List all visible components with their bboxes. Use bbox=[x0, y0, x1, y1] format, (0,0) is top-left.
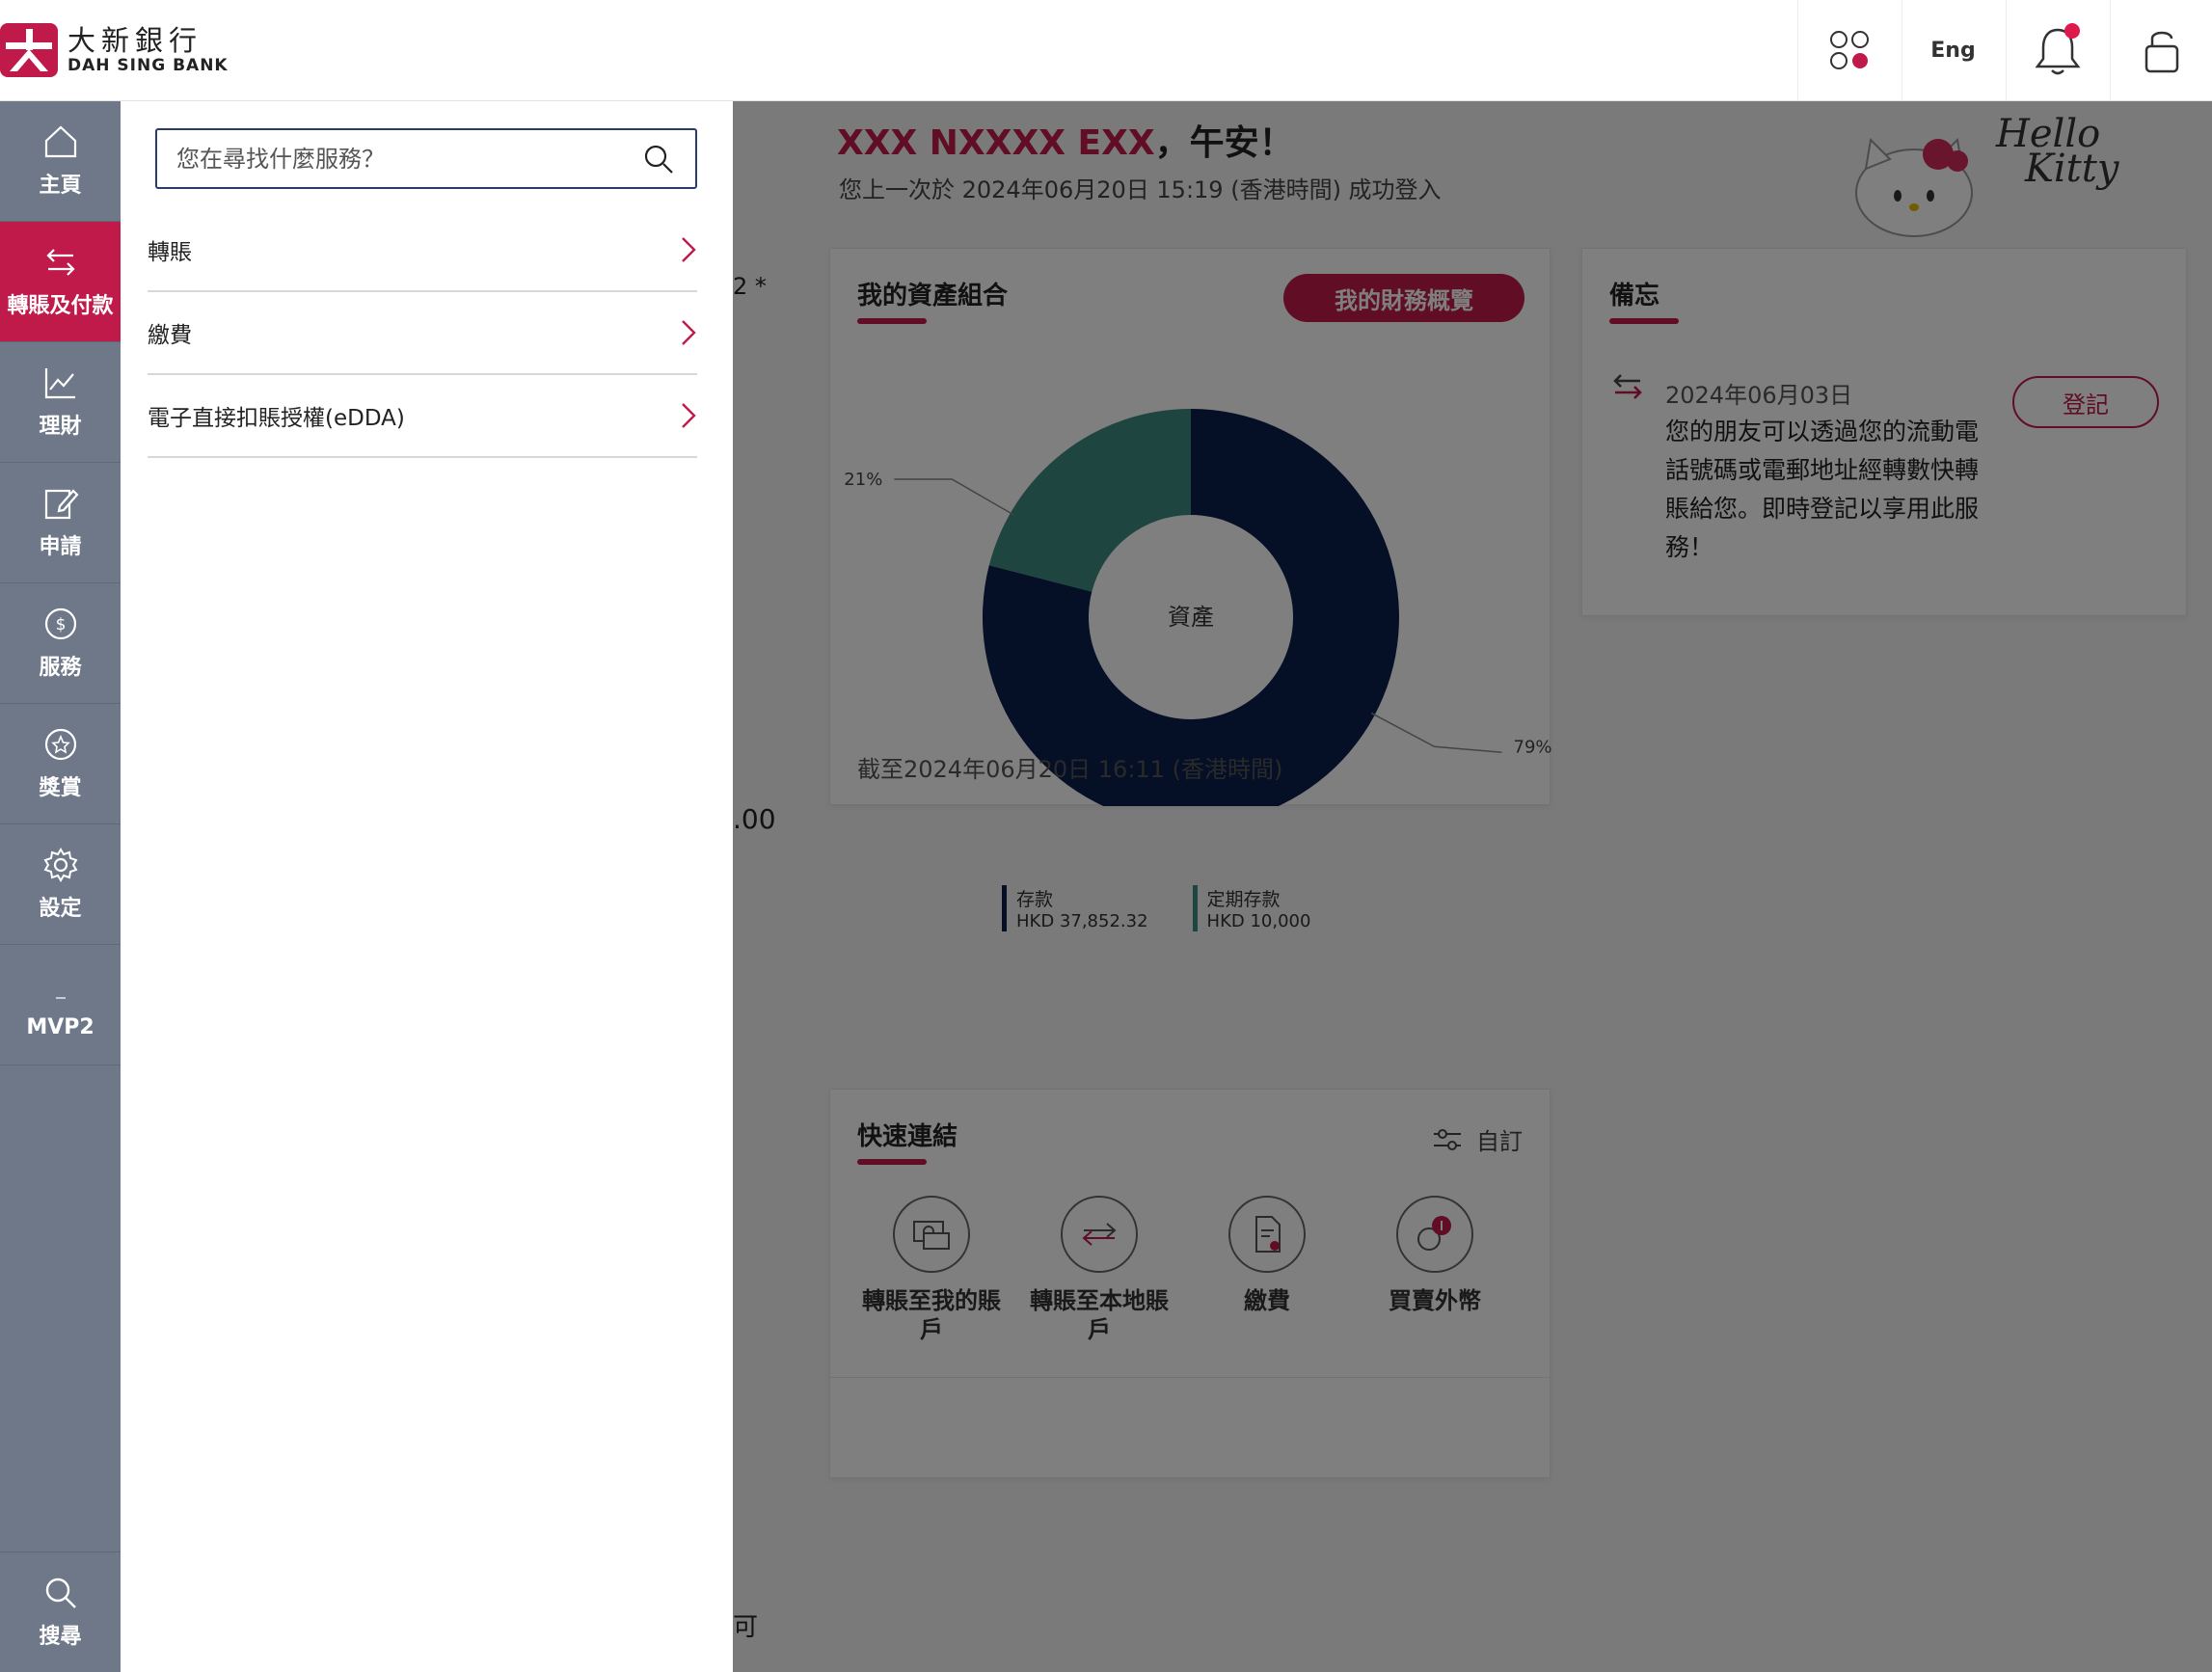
svg-text:$: $ bbox=[55, 615, 66, 634]
home-icon bbox=[44, 125, 76, 158]
sidebar-item-label: MVP2 bbox=[26, 1014, 94, 1039]
edit-icon bbox=[44, 489, 79, 520]
bank-name-cn: 大新銀行 bbox=[67, 23, 203, 57]
bank-logo[interactable]: 大新銀行 DAH SING BANK bbox=[0, 19, 229, 81]
sidebar-item-services[interactable]: $ 服務 bbox=[0, 583, 121, 704]
sidebar-item-label: 獎賞 bbox=[39, 776, 82, 800]
service-search-box bbox=[155, 128, 697, 189]
bank-logo-mark-icon bbox=[0, 23, 58, 77]
transfer-icon bbox=[45, 249, 75, 276]
search-icon[interactable] bbox=[643, 144, 674, 175]
sidebar: 主頁 轉賬及付款 理財 申請 $ 服務 獎賞 設定 MVP2 搜尋 bbox=[0, 101, 121, 1672]
sidebar-item-label: 設定 bbox=[39, 897, 82, 921]
sidebar-item-label: 主頁 bbox=[39, 174, 82, 198]
sidebar-item-wealth[interactable]: 理財 bbox=[0, 342, 121, 463]
sidebar-item-mvp2[interactable]: MVP2 bbox=[0, 945, 121, 1065]
menu-item-label: 轉賬 bbox=[148, 240, 192, 265]
service-search-input[interactable] bbox=[176, 138, 630, 179]
dash-icon bbox=[55, 996, 66, 999]
sidebar-item-label: 理財 bbox=[39, 415, 82, 439]
menu-item-transfer[interactable]: 轉賬 bbox=[148, 209, 697, 292]
menu-item-bill-payment[interactable]: 繳費 bbox=[148, 292, 697, 375]
dollar-icon: $ bbox=[44, 607, 76, 640]
chevron-right-icon bbox=[682, 237, 696, 262]
apps-icon bbox=[1829, 31, 1869, 69]
sidebar-item-home[interactable]: 主頁 bbox=[0, 101, 121, 222]
lock-icon bbox=[2145, 31, 2178, 73]
menu-item-label: 電子直接扣賬授權(eDDA) bbox=[148, 406, 405, 431]
sidebar-item-transfer-payment[interactable]: 轉賬及付款 bbox=[0, 222, 121, 342]
logout-button[interactable] bbox=[2110, 0, 2212, 100]
sidebar-item-settings[interactable]: 設定 bbox=[0, 824, 121, 945]
search-icon bbox=[45, 1578, 76, 1608]
transfer-payment-panel: 轉賬 繳費 電子直接扣賬授權(eDDA) bbox=[121, 101, 733, 1672]
page: 大新銀行 DAH SING BANK Eng 主頁 轉賬及付款 理財 申請 $ … bbox=[0, 0, 2212, 1672]
apps-button[interactable] bbox=[1797, 0, 1900, 100]
menu-item-edda[interactable]: 電子直接扣賬授權(eDDA) bbox=[148, 375, 697, 458]
chevron-right-icon bbox=[682, 403, 696, 428]
chart-icon bbox=[44, 368, 75, 399]
sidebar-item-label: 申請 bbox=[39, 535, 82, 559]
menu-item-label: 繳費 bbox=[148, 323, 192, 348]
sidebar-item-apply[interactable]: 申請 bbox=[0, 463, 121, 583]
sidebar-item-search[interactable]: 搜尋 bbox=[0, 1551, 121, 1672]
bank-name-en: DAH SING BANK bbox=[67, 55, 229, 75]
language-label: Eng bbox=[1930, 38, 1976, 63]
sidebar-item-label: 服務 bbox=[39, 656, 82, 680]
sidebar-item-label: 搜尋 bbox=[39, 1625, 82, 1649]
chevron-right-icon bbox=[682, 320, 696, 345]
language-button[interactable]: Eng bbox=[1902, 0, 2004, 100]
notifications-button[interactable] bbox=[2006, 0, 2108, 100]
bell-icon bbox=[2035, 23, 2080, 75]
sidebar-item-label: 轉賬及付款 bbox=[7, 294, 114, 318]
gear-icon bbox=[43, 848, 77, 882]
sidebar-item-rewards[interactable]: 獎賞 bbox=[0, 704, 121, 824]
top-bar: 大新銀行 DAH SING BANK Eng bbox=[0, 0, 2212, 101]
star-icon bbox=[44, 728, 76, 761]
